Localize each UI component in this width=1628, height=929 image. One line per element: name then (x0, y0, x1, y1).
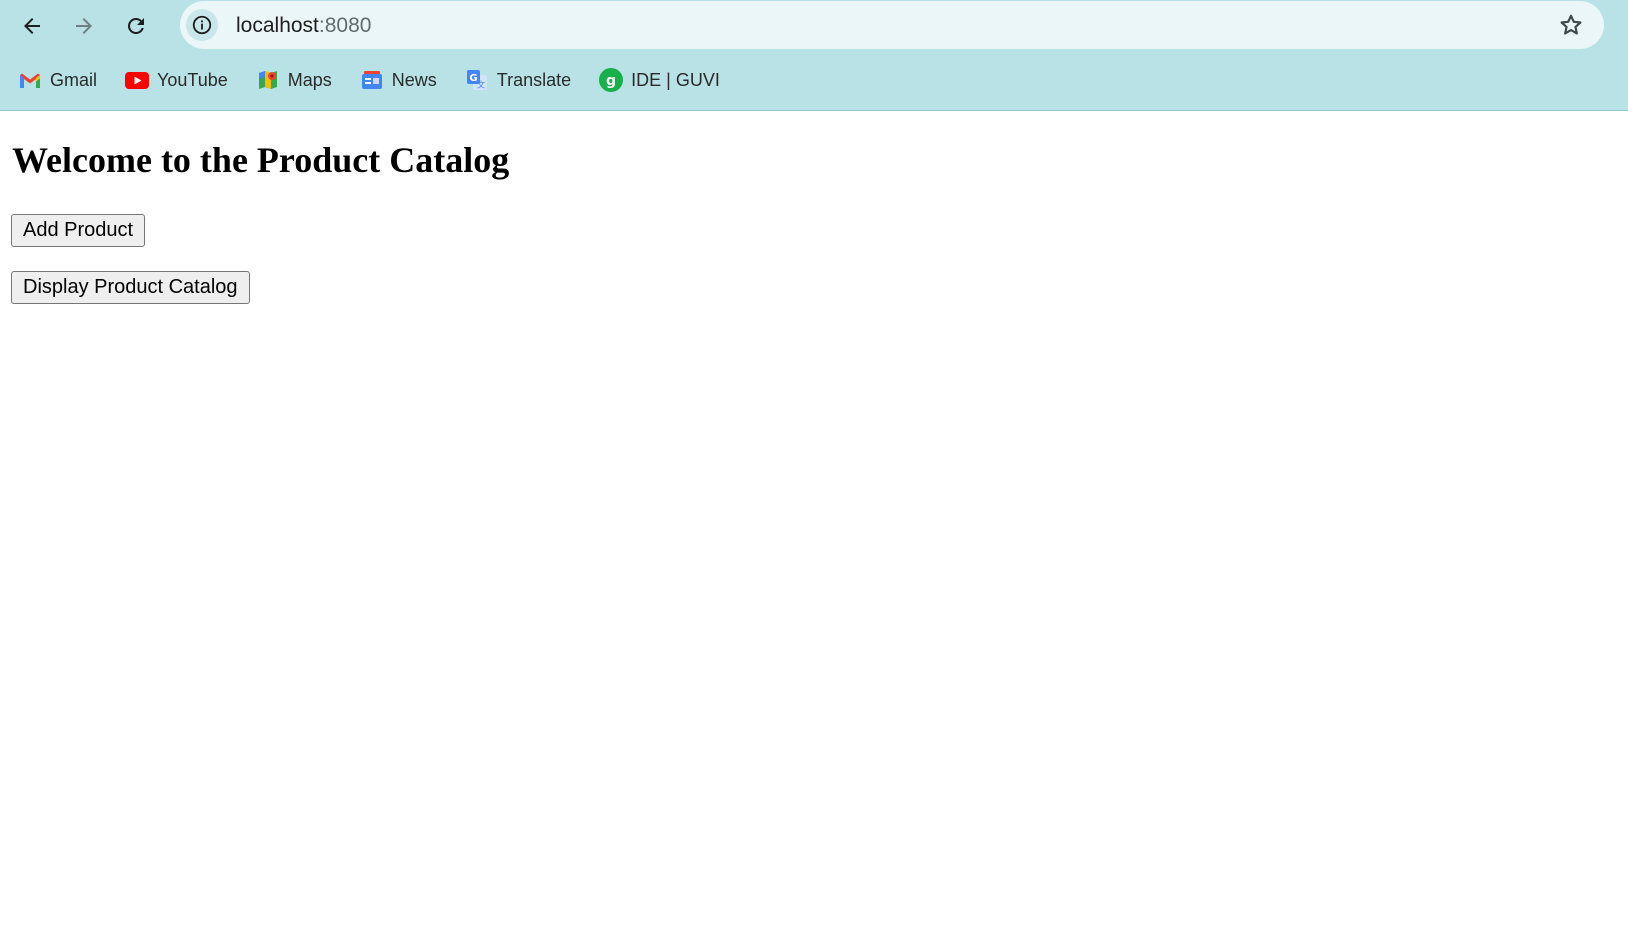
news-icon (360, 68, 384, 92)
svg-text:g: g (606, 73, 616, 89)
back-button[interactable] (12, 6, 52, 46)
gmail-icon (18, 68, 42, 92)
bookmark-label: Translate (496, 69, 572, 90)
bookmark-translate[interactable]: G 文 Translate (447, 62, 581, 98)
browser-toolbar: localhost:8080 Gmail YouTube Maps News G… (0, 0, 1628, 111)
reload-button[interactable] (116, 6, 156, 46)
address-bar[interactable]: localhost:8080 (180, 1, 1604, 49)
bookmark-label: Gmail (50, 69, 98, 90)
page-title: Welcome to the Product Catalog (12, 140, 510, 180)
bookmark-label: Maps (287, 69, 332, 90)
arrow-right-icon (76, 18, 92, 34)
maps-icon (256, 68, 280, 92)
bookmarks-bar: Gmail YouTube Maps News G 文 Translate g … (0, 62, 730, 98)
bookmark-ide-guvi[interactable]: g IDE | GUVI (581, 62, 730, 98)
translate-icon: G 文 (465, 68, 489, 92)
guvi-icon: g (599, 68, 624, 92)
add-product-button[interactable]: Add Product (11, 214, 146, 247)
display-product-catalog-button[interactable]: Display Product Catalog (11, 271, 250, 304)
bookmark-gmail[interactable]: Gmail (0, 62, 107, 98)
svg-text:文: 文 (477, 80, 485, 90)
forward-button[interactable] (64, 6, 104, 46)
info-icon (192, 15, 212, 35)
url-port: :8080 (318, 14, 372, 37)
youtube-icon (125, 68, 150, 92)
bookmark-maps[interactable]: Maps (238, 62, 342, 98)
bookmark-news[interactable]: News (342, 62, 447, 98)
reload-icon (127, 17, 144, 34)
url-host: localhost (236, 14, 319, 37)
bookmark-youtube[interactable]: YouTube (107, 62, 238, 98)
bookmark-star-icon[interactable] (1558, 12, 1584, 38)
arrow-left-icon (24, 18, 40, 34)
bookmark-label: YouTube (157, 69, 228, 90)
bookmark-label: IDE | GUVI (631, 69, 720, 90)
url-text[interactable]: localhost:8080 (236, 14, 371, 38)
site-info-button[interactable] (186, 9, 218, 41)
bookmark-label: News (391, 69, 437, 90)
page-content: Welcome to the Product Catalog Add Produ… (0, 111, 1628, 929)
